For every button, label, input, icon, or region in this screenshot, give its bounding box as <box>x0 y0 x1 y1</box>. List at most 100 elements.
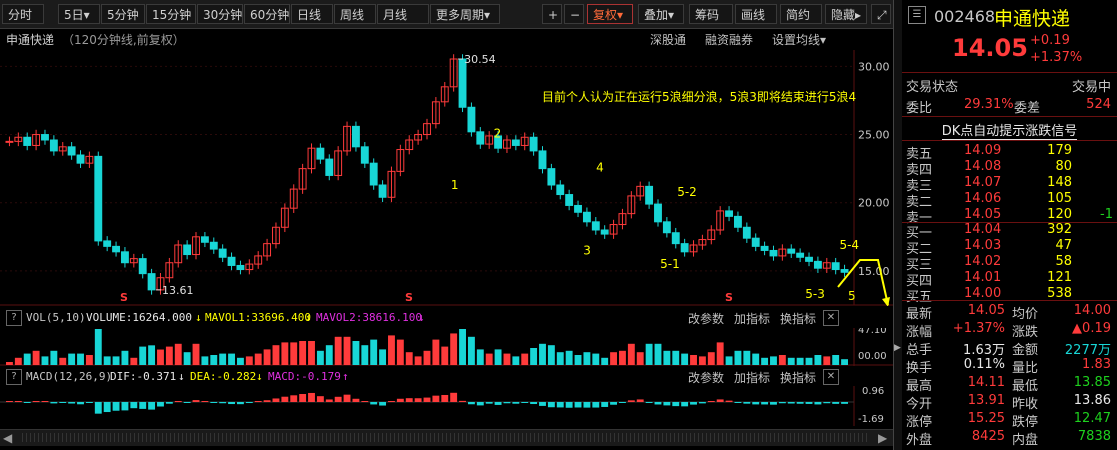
volume-bar <box>316 350 324 365</box>
volume-bar <box>467 336 475 365</box>
bid-volume: 58 <box>1055 254 1072 269</box>
panel-menu-icon[interactable]: ☰ <box>908 6 926 24</box>
volume-bar <box>281 342 289 365</box>
ask-price: 14.05 <box>964 207 1002 222</box>
macd-bar <box>601 402 609 407</box>
macd-bar <box>94 402 102 414</box>
wave-label: 5-1 <box>660 257 680 271</box>
sell-signal-marker: S <box>405 291 413 304</box>
dk-link-text[interactable]: DK点自动提示涨跌信号 <box>941 124 1078 140</box>
macd-edit-params-button[interactable]: 改参数 <box>688 369 724 386</box>
stat-label: 量比 <box>1012 361 1039 376</box>
tab-intraday[interactable]: 分时 <box>2 4 44 24</box>
stat-label: 均价 <box>1012 307 1039 322</box>
macd-bar <box>503 402 511 404</box>
macd-bar <box>272 398 280 402</box>
macd-bar <box>121 402 129 411</box>
volume-bar <box>707 352 715 365</box>
bid-row[interactable]: 买二 14.03 47 <box>902 238 1117 257</box>
vol-close-icon[interactable]: ✕ <box>823 310 839 326</box>
tab-5day[interactable]: 5日▾ <box>58 4 100 24</box>
candle-body <box>529 136 538 152</box>
volume-bar <box>494 349 502 365</box>
overlay-dropdown[interactable]: 叠加▾ <box>638 4 684 24</box>
volume-bar <box>583 352 591 365</box>
vol-add-indicator-button[interactable]: 加指标 <box>734 310 770 327</box>
ask-row[interactable]: 卖四 14.08 80 <box>902 159 1117 178</box>
volume-chart[interactable]: 47.10 00.00 <box>0 328 893 366</box>
volume-bar <box>832 355 840 365</box>
tab-weekly[interactable]: 周线 <box>334 4 376 24</box>
stat-value: 13.91 <box>967 393 1005 408</box>
dk-signal-link[interactable]: DK点自动提示涨跌信号 <box>902 120 1117 140</box>
tab-15min[interactable]: 15分钟 <box>146 4 196 24</box>
chip-button[interactable]: 筹码 <box>689 4 733 24</box>
tab-daily[interactable]: 日线 <box>291 4 333 24</box>
help-icon[interactable]: ? <box>6 310 22 326</box>
stat-label: 内盘 <box>1012 433 1039 448</box>
macd-add-indicator-button[interactable]: 加指标 <box>734 369 770 386</box>
macd-bar <box>467 402 475 405</box>
tab-60min[interactable]: 60分钟 <box>244 4 290 24</box>
collapse-arrow-icon[interactable]: ▶ <box>894 343 901 353</box>
candle-body <box>734 215 742 228</box>
macd-switch-indicator-button[interactable]: 换指标 <box>780 369 816 386</box>
volume-bar <box>485 353 493 365</box>
stat-row: 总手 1.63万 金额 2277万 <box>902 339 1117 358</box>
macd-bar <box>343 394 351 402</box>
volume-bar <box>734 350 742 365</box>
margin-link[interactable]: 融资融券 <box>705 31 753 48</box>
tab-30min[interactable]: 30分钟 <box>197 4 243 24</box>
ma-settings-link[interactable]: 设置均线▾ <box>772 31 826 48</box>
wave-label: 5-2 <box>677 185 697 199</box>
volume-bar <box>414 356 422 365</box>
stat-label: 金额 <box>1012 343 1039 358</box>
volume-bar <box>68 353 76 365</box>
chart-scrollbar[interactable]: ◀ ▶ <box>0 429 893 446</box>
tab-5min[interactable]: 5分钟 <box>101 4 145 24</box>
volume-bar <box>627 343 635 365</box>
macd-bar <box>77 402 84 405</box>
bid-row[interactable]: 买三 14.02 58 <box>902 254 1117 273</box>
ask-row[interactable]: 卖五 14.09 179 <box>902 143 1117 162</box>
bid-row[interactable]: 买一 14.04 392 <box>902 222 1117 241</box>
draw-button[interactable]: 画线 <box>735 4 777 24</box>
candle-body <box>565 194 574 206</box>
hide-button[interactable]: 隐藏▸ <box>825 4 867 24</box>
ask-row[interactable]: 卖二 14.06 105 <box>902 191 1117 210</box>
vol-edit-params-button[interactable]: 改参数 <box>688 310 724 327</box>
macd-bar <box>547 402 555 408</box>
tab-monthly[interactable]: 月线 <box>377 4 429 24</box>
scroll-right-icon[interactable]: ▶ <box>878 431 887 445</box>
candle-body <box>680 243 689 253</box>
bid-row[interactable]: 买四 14.01 121 <box>902 270 1117 289</box>
weicha-label: 委差 <box>1014 101 1041 116</box>
ask-row[interactable]: 卖三 14.07 148 <box>902 175 1117 194</box>
price-tick: 25.00 <box>858 129 890 142</box>
macd-help-icon[interactable]: ? <box>6 369 22 385</box>
macd-chart[interactable]: 0.96 -1.69 <box>0 386 893 426</box>
fullscreen-icon[interactable]: ⤢ <box>871 4 891 24</box>
volume-bar <box>263 349 271 365</box>
volume-bar <box>254 353 262 365</box>
analysis-annotation: 目前个人认为正在运行5浪细分浪，5浪3即将结束进行5浪4 <box>542 89 856 104</box>
volume-bar <box>272 345 280 365</box>
bid-price: 14.00 <box>964 286 1002 301</box>
macd-close-icon[interactable]: ✕ <box>823 369 839 385</box>
tab-more-periods[interactable]: 更多周期▾ <box>430 4 500 24</box>
zoom-out-button[interactable]: − <box>564 4 584 24</box>
macd-bar <box>654 402 662 405</box>
zoom-in-button[interactable]: + <box>542 4 562 24</box>
adjust-dropdown[interactable]: 复权▾ <box>587 4 633 24</box>
macd-bar <box>405 398 413 402</box>
scroll-left-icon[interactable]: ◀ <box>3 431 12 445</box>
vol-switch-indicator-button[interactable]: 换指标 <box>780 310 816 327</box>
sgt-link[interactable]: 深股通 <box>650 31 686 48</box>
macd-bar <box>334 396 342 402</box>
scroll-track[interactable] <box>22 433 867 442</box>
price-chart[interactable]: 30.00 25.00 20.00 15.00 1 2 3 4 5-1 5-2 5-3 5-4 5 3… <box>0 50 893 306</box>
candle-body <box>112 245 120 253</box>
stat-value: 13.85 <box>1073 375 1111 390</box>
macd-bar <box>281 396 289 402</box>
simple-button[interactable]: 简约 <box>780 4 822 24</box>
